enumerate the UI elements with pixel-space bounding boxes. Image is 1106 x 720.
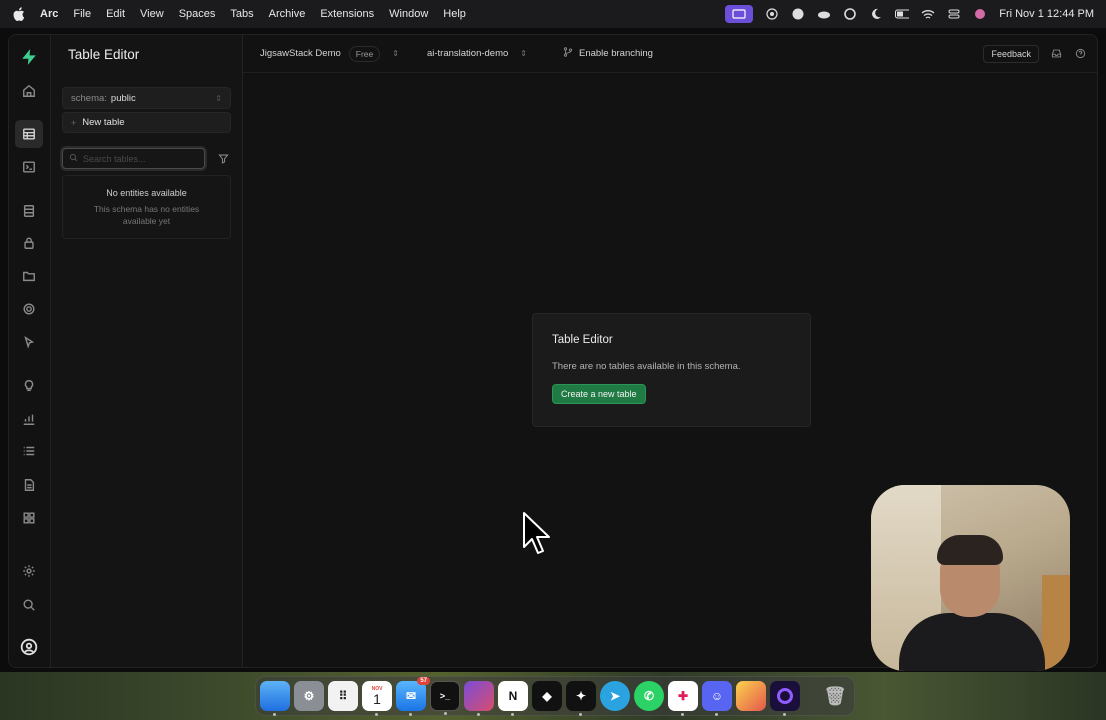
chevron-updown-icon: ⇕ [215, 93, 222, 103]
realtime-icon[interactable] [15, 295, 43, 323]
slack-icon[interactable]: ✚ [668, 681, 698, 716]
siri-icon[interactable] [973, 7, 987, 21]
menu-view[interactable]: View [140, 8, 164, 20]
control-center-icon[interactable] [947, 7, 961, 21]
menubar-clock[interactable]: Fri Nov 1 12:44 PM [999, 8, 1094, 20]
icon-rail [9, 35, 51, 667]
system-settings-icon[interactable]: ⚙ [294, 681, 324, 711]
table-editor-panel: Table Editor schema: public ⇕ + New tabl… [51, 35, 243, 667]
enable-branching-button[interactable]: Enable branching [563, 47, 653, 60]
menubar: Arc File Edit View Spaces Tabs Archive E… [0, 0, 1106, 28]
list-icon[interactable] [15, 437, 43, 465]
search-tables-box[interactable] [62, 148, 205, 169]
new-table-button[interactable]: + New table [62, 112, 231, 133]
launchpad-icon[interactable]: ⠿ [328, 681, 358, 711]
project-topbar: JigsawStack Demo Free ⇕ ai-translation-d… [243, 35, 1097, 73]
wifi-icon[interactable] [921, 7, 935, 21]
menu-extensions[interactable]: Extensions [320, 8, 374, 20]
extensions-icon[interactable] [15, 504, 43, 532]
webcam-overlay [871, 485, 1070, 671]
card-title: Table Editor [552, 334, 613, 346]
battery-icon[interactable] [895, 7, 910, 21]
org-breadcrumb[interactable]: JigsawStack Demo Free ⇕ [260, 45, 399, 62]
schema-value: public [110, 92, 136, 104]
blocks-icon[interactable]: ◆ [532, 681, 562, 711]
finder-icon[interactable] [260, 681, 290, 716]
lightbulb-icon[interactable] [15, 372, 43, 400]
inbox-icon[interactable] [1049, 47, 1063, 61]
plus-icon: + [71, 117, 77, 128]
menu-tabs[interactable]: Tabs [230, 8, 253, 20]
apple-icon[interactable] [12, 7, 26, 21]
chart-icon[interactable] [15, 405, 43, 433]
mail-icon[interactable]: ✉ 57 [396, 677, 430, 716]
terminal-icon[interactable] [15, 153, 43, 181]
arc-icon[interactable] [791, 7, 805, 21]
menu-window[interactable]: Window [389, 8, 428, 20]
empty-entities-box: No entities available This schema has no… [62, 175, 231, 239]
org-name: JigsawStack Demo [260, 48, 341, 59]
chevron-updown-icon: ⇕ [520, 49, 527, 58]
mail-badge: 57 [417, 677, 430, 685]
project-breadcrumb[interactable]: ai-translation-demo ⇕ [427, 48, 527, 59]
cursor-icon[interactable] [15, 328, 43, 356]
mouse-cursor-icon [523, 512, 550, 554]
menu-edit[interactable]: Edit [106, 8, 125, 20]
notes-icon[interactable] [736, 681, 766, 711]
filter-icon[interactable] [215, 150, 231, 166]
help-icon[interactable] [1073, 47, 1087, 61]
schema-label: schema: [71, 92, 107, 104]
arc-browser-icon[interactable] [770, 681, 800, 716]
new-table-label: New table [82, 117, 125, 128]
database-icon[interactable] [15, 197, 43, 225]
project-name: ai-translation-demo [426, 48, 509, 59]
search-icon[interactable] [15, 591, 43, 619]
settings-icon[interactable] [15, 557, 43, 585]
moon-icon[interactable] [869, 7, 883, 21]
menu-file[interactable]: File [73, 8, 91, 20]
card-description: There are no tables available in this sc… [552, 361, 741, 372]
cloud-icon[interactable] [817, 7, 831, 21]
menu-help[interactable]: Help [443, 8, 466, 20]
empty-entities-title: No entities available [106, 188, 187, 198]
storage-folder-icon[interactable] [15, 262, 43, 290]
dock: ⚙ ⠿ NOV 1 ✉ 57 >_ N ◆ ✦ ➤ ✆ ✚ ☺ 🗑 [255, 676, 855, 716]
search-tables-input[interactable] [83, 153, 179, 164]
affinity-icon[interactable] [464, 681, 494, 716]
auth-lock-icon[interactable] [15, 229, 43, 257]
chevron-updown-icon: ⇕ [392, 49, 399, 58]
table-icon[interactable] [15, 120, 43, 148]
search-icon [69, 153, 78, 164]
whatsapp-icon[interactable]: ✆ [634, 681, 664, 711]
branch-icon [563, 47, 573, 60]
calendar-day: 1 [373, 690, 381, 707]
panel-title: Table Editor [68, 47, 140, 62]
telegram-icon[interactable]: ➤ [600, 681, 630, 711]
menu-archive[interactable]: Archive [269, 8, 306, 20]
create-table-button[interactable]: Create a new table [552, 384, 646, 404]
grammarly-icon[interactable] [843, 7, 857, 21]
supabase-logo-icon[interactable] [15, 43, 43, 71]
calendar-icon[interactable]: NOV 1 [362, 681, 392, 716]
feedback-button[interactable]: Feedback [983, 44, 1039, 63]
screen-record-icon[interactable] [725, 5, 754, 23]
enable-branching-label: Enable branching [579, 48, 653, 59]
schema-selector[interactable]: schema: public ⇕ [62, 87, 231, 109]
empty-entities-desc: This schema has no entities available ye… [93, 204, 200, 226]
menu-app-name[interactable]: Arc [40, 8, 58, 20]
trash-icon[interactable]: 🗑 [820, 681, 850, 711]
empty-state-card: Table Editor There are no tables availab… [532, 313, 811, 427]
notion-icon[interactable]: N [498, 681, 528, 716]
figma-icon[interactable]: ✦ [566, 681, 596, 716]
menu-spaces[interactable]: Spaces [179, 8, 216, 20]
home-icon[interactable] [15, 77, 43, 105]
record-icon[interactable] [765, 7, 779, 21]
document-icon[interactable] [15, 471, 43, 499]
terminal-app-icon[interactable]: >_ [430, 681, 460, 715]
profile-icon[interactable] [15, 633, 43, 661]
discord-icon[interactable]: ☺ [702, 681, 732, 716]
plan-badge: Free [348, 45, 381, 62]
